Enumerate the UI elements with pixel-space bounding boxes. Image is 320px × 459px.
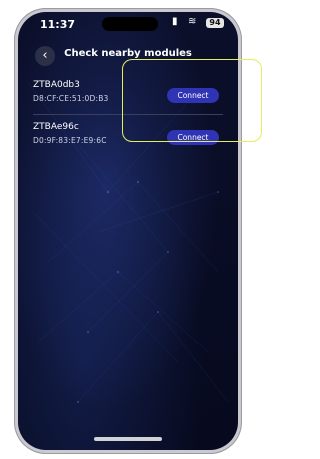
status-time: 11:37 [40,18,76,31]
page-title: Check nearby modules [64,48,192,59]
module-mac-address: D8:CF:CE:51:0D:B3 [33,94,109,103]
cellular-signal-icon: ▮ [172,16,178,27]
dynamic-island [102,17,158,31]
battery-indicator: 94 [206,18,224,28]
module-name: ZTBAe96c [33,122,79,132]
module-name: ZTBA0db3 [33,80,80,90]
home-indicator [94,437,162,441]
module-mac-address: D0:9F:83:E7:E9:6C [33,136,107,145]
wifi-icon: ≋ [188,16,197,27]
highlight-callout [122,59,262,142]
status-bar: 11:37 ▮ ≋ 94 [18,12,238,40]
